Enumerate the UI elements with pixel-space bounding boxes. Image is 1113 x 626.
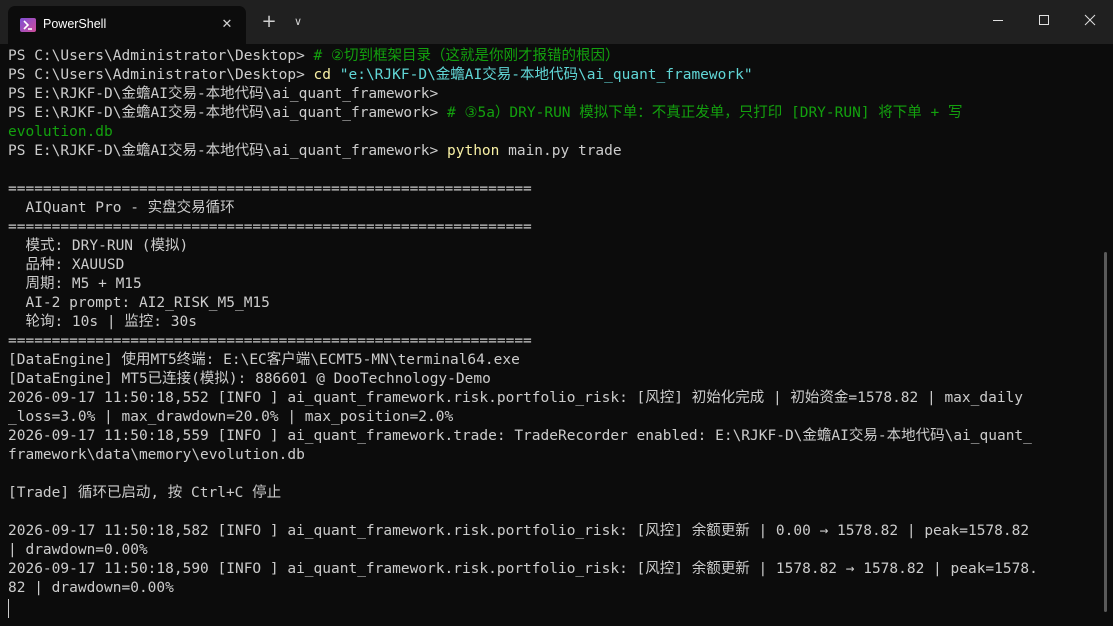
config-symbol: 品种: XAUUSD: [8, 257, 125, 273]
new-tab-button[interactable]: +: [258, 10, 280, 34]
tab-title: PowerShell: [43, 17, 107, 31]
command: cd: [313, 67, 340, 83]
chevron-down-icon[interactable]: ∨: [288, 10, 308, 34]
comment: evolution.db: [8, 124, 113, 140]
prompt: PS E:\RJKF-D\金蟾AI交易-本地代码\ai_quant_framew…: [8, 105, 447, 121]
command-arguments: main.py trade: [499, 143, 622, 159]
comment: # ③5a）DRY-RUN 模拟下单：不真正发单，只打印 [DRY-RUN] 将…: [447, 105, 963, 121]
log-line: _loss=3.0% | max_drawdown=20.0% | max_po…: [8, 409, 454, 425]
log-line: [DataEngine] 使用MT5终端: E:\EC客户端\ECMT5-MN\…: [8, 352, 520, 368]
command: python: [447, 143, 500, 159]
close-window-button[interactable]: [1067, 0, 1113, 40]
log-line: framework\data\memory\evolution.db: [8, 447, 305, 463]
prompt: PS E:\RJKF-D\金蟾AI交易-本地代码\ai_quant_framew…: [8, 143, 447, 159]
separator-line: ========================================…: [8, 219, 532, 235]
title-bar: PowerShell ✕ + ∨: [0, 0, 1113, 44]
prompt: PS C:\Users\Administrator\Desktop>: [8, 67, 314, 83]
terminal-line: PS C:\Users\Administrator\Desktop> # ②切到…: [8, 47, 1098, 66]
maximize-button[interactable]: [1021, 0, 1067, 40]
command-argument: "e:\RJKF-D\金蟾AI交易-本地代码\ai_quant_framewor…: [339, 67, 753, 83]
terminal-line: PS E:\RJKF-D\金蟾AI交易-本地代码\ai_quant_framew…: [8, 104, 1098, 123]
log-line: | drawdown=0.00%: [8, 542, 148, 558]
banner-title: AIQuant Pro - 实盘交易循环: [8, 200, 235, 216]
log-line: 2026-09-17 11:50:18,590 [INFO ] ai_quant…: [8, 561, 1038, 577]
log-line: 82 | drawdown=0.00%: [8, 580, 174, 596]
log-line: [Trade] 循环已启动, 按 Ctrl+C 停止: [8, 485, 282, 501]
scrollbar[interactable]: [1104, 252, 1107, 612]
separator-line: ========================================…: [8, 181, 532, 197]
config-period: 周期: M5 + M15: [8, 276, 142, 292]
config-polling: 轮询: 10s | 监控: 30s: [8, 314, 197, 330]
prompt: PS C:\Users\Administrator\Desktop>: [8, 48, 314, 64]
minimize-button[interactable]: [975, 0, 1021, 40]
terminal-line: evolution.db: [8, 123, 1098, 142]
terminal-line: PS E:\RJKF-D\金蟾AI交易-本地代码\ai_quant_framew…: [8, 142, 1098, 161]
terminal-output[interactable]: PS C:\Users\Administrator\Desktop> # ②切到…: [8, 47, 1098, 622]
config-mode: 模式: DRY-RUN (模拟): [8, 238, 189, 254]
log-line: 2026-09-17 11:50:18,559 [INFO ] ai_quant…: [8, 428, 1032, 444]
prompt: PS E:\RJKF-D\金蟾AI交易-本地代码\ai_quant_framew…: [8, 86, 439, 102]
close-tab-icon[interactable]: ✕: [218, 16, 236, 34]
text-cursor: [8, 599, 9, 618]
tab-powershell[interactable]: PowerShell ✕: [8, 6, 246, 44]
comment: # ②切到框架目录（这就是你刚才报错的根因）: [313, 48, 620, 64]
log-line: [DataEngine] MT5已连接(模拟): 886601 @ DooTec…: [8, 371, 491, 387]
terminal-line: PS C:\Users\Administrator\Desktop> cd "e…: [8, 66, 1098, 85]
config-prompt: AI-2 prompt: AI2_RISK_M5_M15: [8, 295, 270, 311]
separator-line: ========================================…: [8, 333, 532, 349]
log-line: 2026-09-17 11:50:18,582 [INFO ] ai_quant…: [8, 523, 1030, 539]
log-line: 2026-09-17 11:50:18,552 [INFO ] ai_quant…: [8, 390, 1024, 406]
powershell-icon: [20, 18, 36, 32]
terminal-line: PS E:\RJKF-D\金蟾AI交易-本地代码\ai_quant_framew…: [8, 85, 1098, 104]
